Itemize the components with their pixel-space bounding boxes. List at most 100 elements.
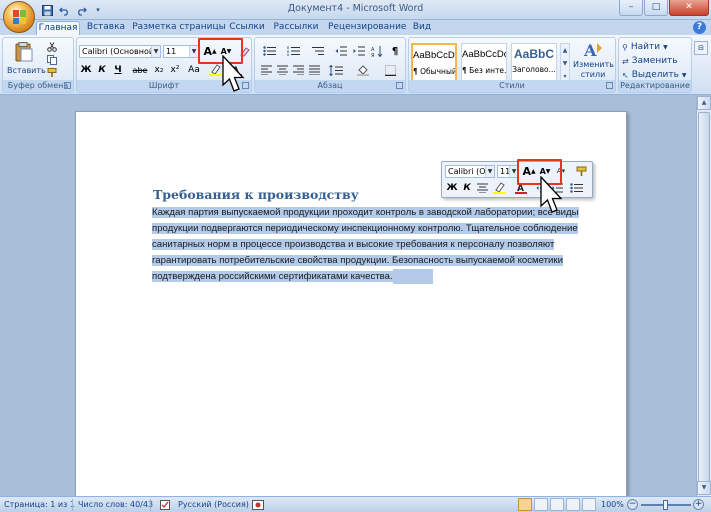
- font-size-combo[interactable]: 11 ▼: [163, 45, 199, 58]
- change-styles-button[interactable]: A Изменить стили: [573, 40, 614, 82]
- multilevel-list-icon[interactable]: [307, 44, 329, 58]
- binoculars-icon: ⚲: [622, 42, 628, 52]
- tab-references[interactable]: Ссылки: [228, 21, 266, 35]
- mini-center-icon[interactable]: [475, 181, 489, 195]
- decrease-indent-icon[interactable]: [333, 44, 349, 58]
- style-heading-tile[interactable]: AaBbC Заголово...: [511, 43, 557, 83]
- selected-text[interactable]: санитарных норм в процессе производства …: [152, 239, 555, 250]
- tab-review[interactable]: Рецензирование: [328, 21, 406, 35]
- word-count[interactable]: Число слов: 40/43: [78, 500, 153, 509]
- sort-icon[interactable]: AЯ: [369, 44, 385, 58]
- borders-icon[interactable]: [379, 63, 401, 77]
- chevron-down-icon: ▼: [663, 43, 668, 51]
- macro-record-icon[interactable]: [252, 500, 264, 512]
- status-bar: Страница: 1 из 1 Число слов: 40/43 Русск…: [0, 496, 711, 512]
- tab-insert[interactable]: Вставка: [84, 21, 128, 35]
- svg-text:Я: Я: [371, 53, 374, 57]
- bold-button[interactable]: Ж: [79, 63, 93, 77]
- font-name-combo[interactable]: Calibri (Основной те ▼: [79, 45, 161, 58]
- page-count[interactable]: Страница: 1 из 1: [4, 500, 75, 509]
- mini-highlight-icon[interactable]: [490, 181, 508, 195]
- office-button[interactable]: [3, 1, 35, 33]
- scroll-down-icon[interactable]: ▼: [697, 481, 711, 495]
- format-painter-icon[interactable]: [45, 66, 59, 80]
- superscript-button[interactable]: x²: [168, 63, 182, 77]
- paste-button[interactable]: Вставить: [7, 40, 46, 80]
- selected-text[interactable]: Каждая партия выпускаемой продукции прох…: [152, 207, 579, 218]
- styles-scroll[interactable]: ▲ ▼ ▾: [560, 43, 570, 83]
- mouse-cursor-icon: [222, 55, 245, 92]
- language-status[interactable]: Русский (Россия): [178, 500, 249, 509]
- align-center-icon[interactable]: [275, 63, 289, 77]
- body-line: Каждая партия выпускаемой продукции прох…: [152, 205, 582, 220]
- paragraph-dialog-launcher-icon[interactable]: [396, 82, 403, 89]
- view-full-screen-icon[interactable]: [534, 498, 548, 511]
- zoom-level[interactable]: 100%: [601, 500, 624, 509]
- subscript-button[interactable]: x₂: [152, 63, 166, 77]
- spelling-check-icon[interactable]: [160, 500, 172, 512]
- cut-icon[interactable]: [45, 40, 59, 54]
- chevron-down-icon[interactable]: ▼: [189, 46, 198, 57]
- zoom-out-icon[interactable]: −: [627, 499, 638, 510]
- mini-font-name-combo[interactable]: Calibri (Ос ▼: [445, 165, 495, 178]
- bullets-icon[interactable]: [259, 44, 281, 58]
- style-name: ¶ Обычный: [413, 67, 455, 76]
- numbering-icon[interactable]: [283, 44, 305, 58]
- view-draft-icon[interactable]: [582, 498, 596, 511]
- mini-bold-button[interactable]: Ж: [445, 181, 459, 195]
- increase-indent-icon[interactable]: [351, 44, 367, 58]
- tab-view[interactable]: Вид: [408, 21, 436, 35]
- status-divider: [150, 499, 151, 511]
- style-no-spacing-tile[interactable]: AaBbCcDc ¶ Без инте...: [461, 43, 507, 83]
- vertical-scrollbar[interactable]: ▲ ▼: [696, 96, 711, 496]
- clipboard-dialog-launcher-icon[interactable]: [64, 82, 71, 89]
- highlight-icon[interactable]: [207, 63, 223, 77]
- tab-mailings[interactable]: Рассылки: [272, 21, 320, 35]
- style-sample: AaBbCcDc: [413, 50, 455, 61]
- italic-button[interactable]: К: [95, 63, 109, 77]
- paste-icon: [15, 42, 33, 62]
- close-button[interactable]: ✕: [669, 0, 709, 16]
- mini-bullets-icon[interactable]: [566, 181, 586, 195]
- document-heading[interactable]: Требования к производству: [153, 187, 359, 202]
- shading-icon[interactable]: [353, 63, 375, 77]
- justify-icon[interactable]: [307, 63, 321, 77]
- document-body[interactable]: Каждая партия выпускаемой продукции прох…: [152, 205, 582, 285]
- selected-text[interactable]: подтверждена российскими сертификатами к…: [152, 271, 393, 282]
- window-title: Документ4 - Microsoft Word: [287, 3, 424, 14]
- scroll-up-icon[interactable]: ▲: [697, 96, 711, 110]
- underline-button[interactable]: Ч: [111, 63, 125, 77]
- replace-button[interactable]: ⇄ Заменить: [621, 54, 689, 68]
- selected-text[interactable]: гарантировать потребительские свойства п…: [152, 255, 563, 266]
- minimize-button[interactable]: –: [619, 0, 643, 16]
- line-spacing-icon[interactable]: [325, 63, 347, 77]
- selected-text[interactable]: продукции подвергаются периодическому ин…: [152, 223, 578, 234]
- zoom-in-icon[interactable]: +: [693, 499, 704, 510]
- mini-italic-button[interactable]: К: [460, 181, 474, 195]
- tab-page-layout[interactable]: Разметка страницы: [132, 21, 226, 35]
- view-print-layout-icon[interactable]: [518, 498, 532, 511]
- view-outline-icon[interactable]: [566, 498, 580, 511]
- mini-font-size-combo[interactable]: 11 ▼: [497, 165, 519, 178]
- tab-home[interactable]: Главная: [36, 21, 80, 35]
- align-right-icon[interactable]: [291, 63, 305, 77]
- copy-icon[interactable]: [45, 53, 59, 67]
- show-marks-icon[interactable]: ¶: [388, 44, 402, 58]
- chevron-down-icon: ▼: [681, 71, 687, 79]
- chevron-down-icon[interactable]: ▼: [485, 166, 494, 177]
- scroll-thumb[interactable]: [698, 112, 710, 482]
- find-button[interactable]: ⚲ Найти ▼: [621, 40, 689, 54]
- chevron-down-icon[interactable]: ▼: [151, 46, 160, 57]
- zoom-slider-thumb[interactable]: [663, 500, 668, 510]
- styles-dialog-launcher-icon[interactable]: [606, 82, 613, 89]
- select-label: Выделить: [631, 70, 679, 80]
- style-normal-tile[interactable]: AaBbCcDc ¶ Обычный: [411, 43, 457, 83]
- mini-format-painter-icon[interactable]: [574, 164, 588, 178]
- view-web-layout-icon[interactable]: [550, 498, 564, 511]
- change-case-button[interactable]: Aa: [185, 63, 203, 77]
- strikethrough-button[interactable]: abe: [131, 63, 149, 77]
- align-left-icon[interactable]: [259, 63, 273, 77]
- help-icon[interactable]: ?: [693, 21, 706, 34]
- ruler-toggle-icon[interactable]: ⊟: [694, 41, 708, 55]
- maximize-button[interactable]: □: [644, 0, 668, 16]
